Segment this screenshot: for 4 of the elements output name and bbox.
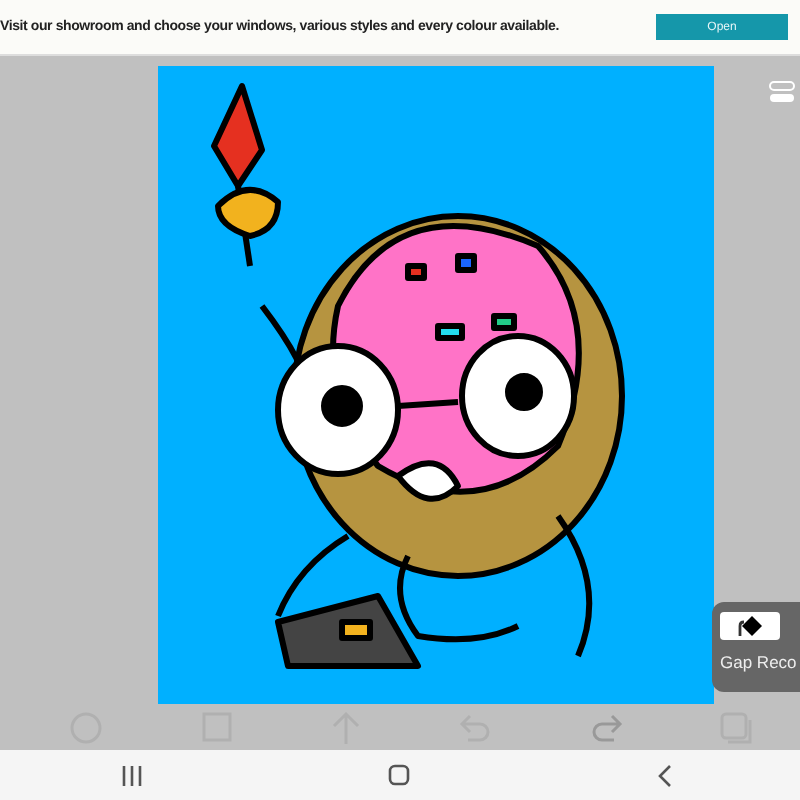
fill-bucket-swatch[interactable] — [720, 612, 780, 640]
toggle-icon[interactable] — [768, 80, 796, 104]
gap-label: Gap Reco — [720, 652, 797, 672]
drawing-canvas[interactable] — [158, 66, 714, 704]
